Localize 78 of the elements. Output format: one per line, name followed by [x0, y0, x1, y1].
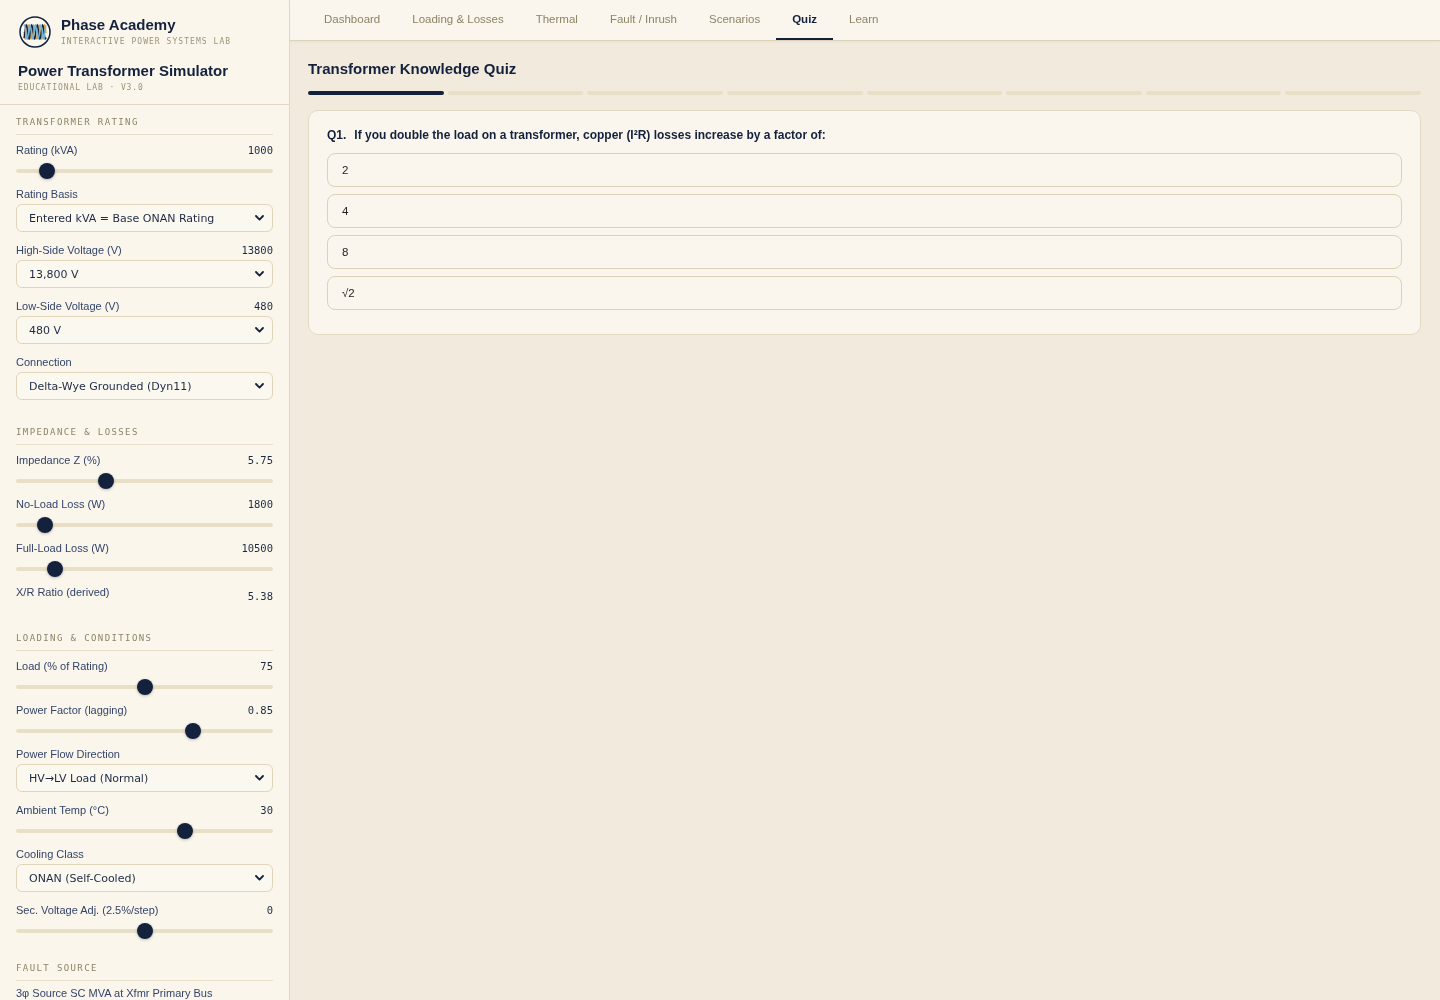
question-number: Q1. — [327, 127, 347, 143]
nav-tab[interactable]: Thermal — [519, 0, 594, 40]
control-label: Rating Basis — [16, 187, 78, 201]
dropdown-select[interactable]: HV→LV Load (Normal) — [16, 764, 273, 792]
control-label: Rating (kVA) — [16, 143, 78, 157]
dropdown-select[interactable]: 13,800 V — [16, 260, 273, 288]
answer-option[interactable]: √2 — [327, 276, 1402, 310]
question-text: If you double the load on a transformer, copper (I²R) losses increase by a factor of: — [354, 127, 826, 143]
dropdown-select[interactable]: 480 V — [16, 316, 273, 344]
nav-tab[interactable]: Quiz — [776, 0, 834, 40]
control-label: Connection — [16, 355, 72, 369]
slider[interactable] — [16, 679, 273, 695]
control-label: Ambient Temp (°C) — [16, 803, 109, 817]
chevron-down-icon — [255, 875, 264, 881]
chevron-down-icon — [255, 271, 264, 277]
control-value: 30 — [260, 803, 273, 817]
control-value: 5.38 — [247, 589, 273, 603]
control-value: 5.75 — [247, 453, 273, 467]
control-value: 480 — [254, 299, 273, 313]
control-label: High-Side Voltage (V) — [16, 243, 122, 257]
control-value: 1000 — [247, 143, 273, 157]
slider[interactable] — [16, 163, 273, 179]
chevron-down-icon — [255, 383, 264, 389]
slider-handle[interactable] — [97, 473, 114, 489]
slider[interactable] — [16, 473, 273, 489]
dropdown-select[interactable]: Delta-Wye Grounded (Dyn11) — [16, 372, 273, 400]
slider-handle[interactable] — [184, 723, 201, 739]
chevron-down-icon — [255, 775, 264, 781]
nav-tab[interactable]: Dashboard — [308, 0, 397, 40]
slider-handle[interactable] — [47, 561, 64, 577]
dropdown-select[interactable]: Entered kVA = Base ONAN Rating — [16, 204, 273, 232]
control-label: 3φ Source SC MVA at Xfmr Primary Bus — [16, 987, 213, 999]
control-label: Sec. Voltage Adj. (2.5%/step) — [16, 903, 159, 917]
control-value: 10500 — [241, 541, 273, 555]
app-title: Power Transformer Simulator — [18, 62, 229, 80]
control-value: 75 — [260, 659, 273, 673]
slider[interactable] — [16, 561, 273, 577]
wave-logo-icon — [19, 16, 51, 48]
nav-tab[interactable]: Loading & Losses — [396, 0, 520, 40]
nav-tab[interactable]: Fault / Inrush — [593, 0, 693, 40]
section-title: FAULT SOURCE — [16, 962, 98, 974]
control-label: X/R Ratio (derived) — [16, 585, 110, 599]
dropdown-select[interactable]: ONAN (Self-Cooled) — [16, 864, 273, 892]
control-label: Power Flow Direction — [16, 747, 120, 761]
slider[interactable] — [16, 823, 273, 839]
slider-handle[interactable] — [36, 517, 53, 533]
control-value: 1800 — [247, 497, 273, 511]
control-label: Load (% of Rating) — [16, 659, 108, 673]
slider[interactable] — [16, 923, 273, 939]
control-label: Power Factor (lagging) — [16, 703, 128, 717]
slider-handle[interactable] — [38, 163, 55, 179]
quiz-title: Transformer Knowledge Quiz — [308, 59, 517, 79]
control-label: Cooling Class — [16, 847, 84, 861]
section-title: LOADING & CONDITIONS — [16, 632, 153, 644]
chevron-down-icon — [255, 327, 264, 333]
slider-handle[interactable] — [136, 679, 153, 695]
slider-handle[interactable] — [136, 923, 153, 939]
answer-option[interactable]: 8 — [327, 235, 1402, 269]
control-value: 13800 — [241, 243, 273, 257]
section-title: TRANSFORMER RATING — [16, 116, 139, 128]
slider[interactable] — [16, 517, 273, 533]
slider-handle[interactable] — [177, 823, 193, 839]
control-label: Low-Side Voltage (V) — [16, 299, 120, 313]
brand-name: Phase Academy — [61, 16, 176, 34]
answer-option[interactable]: 4 — [327, 194, 1402, 228]
slider[interactable] — [16, 723, 273, 739]
app-subtitle: EDUCATIONAL LAB · V3.0 — [18, 82, 144, 94]
control-label: Impedance Z (%) — [16, 453, 101, 467]
answer-option[interactable]: 2 — [327, 153, 1402, 187]
control-label: No-Load Loss (W) — [16, 497, 106, 511]
nav-tab[interactable]: Learn — [833, 0, 895, 40]
control-value: 0.85 — [247, 703, 273, 717]
section-title: IMPEDANCE & LOSSES — [16, 426, 139, 438]
chevron-down-icon — [255, 215, 264, 221]
nav-tab[interactable]: Scenarios — [693, 0, 777, 40]
control-label: Full-Load Loss (W) — [16, 541, 109, 555]
control-value: 0 — [266, 903, 273, 917]
brand-tagline: INTERACTIVE POWER SYSTEMS LAB — [61, 36, 232, 48]
